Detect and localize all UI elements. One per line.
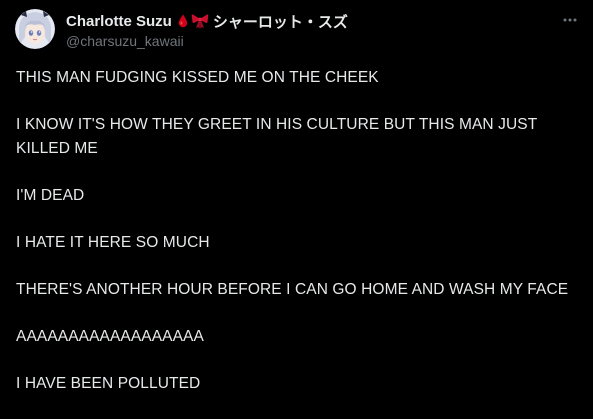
blood-drop-icon	[178, 14, 188, 28]
author-name-row: Charlotte Suzu シャーロット・スズ	[66, 11, 553, 31]
avatar[interactable]	[15, 9, 55, 49]
tweet-text: THIS MAN FUDGING KISSED ME ON THE CHEEK …	[16, 66, 576, 419]
tweet-paragraph: THERE'S ANOTHER HOUR BEFORE I CAN GO HOM…	[16, 281, 569, 298]
tweet: Charlotte Suzu シャーロット・スズ @charsuzu_kawai…	[0, 0, 593, 407]
tweet-header: Charlotte Suzu シャーロット・スズ @charsuzu_kawai…	[66, 11, 553, 50]
tweet-paragraph: I HAVE BEEN POLLUTED	[16, 375, 201, 392]
ribbon-icon	[191, 13, 209, 29]
tweet-paragraph: I'M DEAD	[16, 187, 85, 204]
more-options-button[interactable]	[561, 12, 579, 28]
author-display-name[interactable]: Charlotte Suzu	[66, 13, 172, 30]
more-horizontal-icon	[563, 18, 577, 22]
author-name-suffix: シャーロット・スズ	[212, 13, 348, 31]
tweet-paragraph: AAAAAAAAAAAAAAAAAA	[16, 328, 204, 345]
avatar-image	[15, 9, 55, 49]
tweet-paragraph: I HATE IT HERE SO MUCH	[16, 234, 210, 251]
tweet-paragraph: I KNOW IT'S HOW THEY GREET IN HIS CULTUR…	[16, 116, 537, 157]
author-handle[interactable]: @charsuzu_kawaii	[66, 32, 553, 50]
tweet-paragraph: THIS MAN FUDGING KISSED ME ON THE CHEEK	[16, 69, 379, 86]
